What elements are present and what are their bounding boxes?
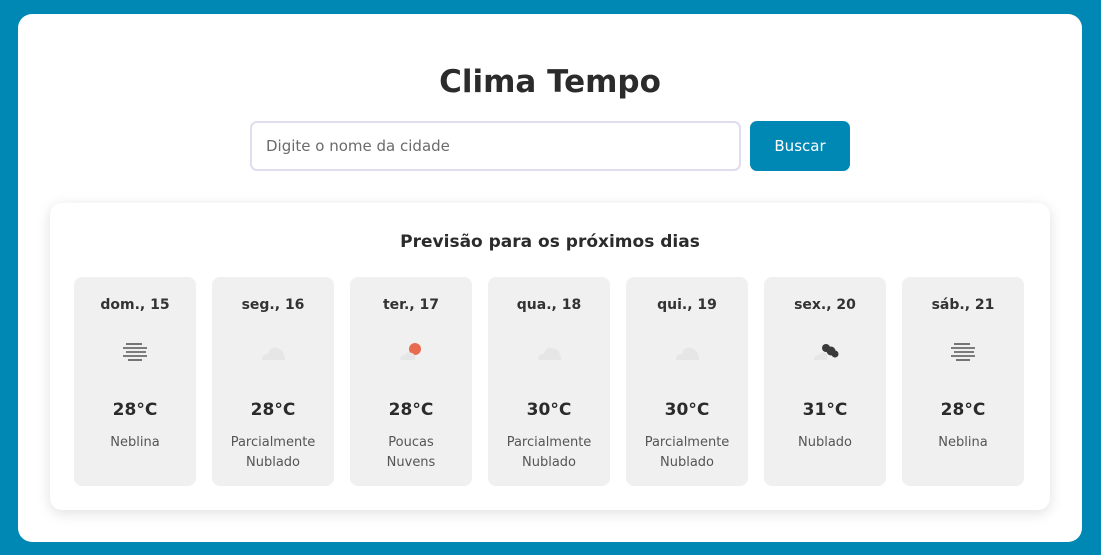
day-label: qui., 19 — [657, 297, 717, 313]
search-bar: Buscar — [250, 121, 850, 171]
description-line-2: Nuvens — [386, 455, 436, 470]
description-line-2: Nublado — [660, 455, 714, 470]
search-button[interactable]: Buscar — [750, 121, 850, 171]
cloud-icon — [676, 347, 700, 360]
page-title: Clima Tempo — [439, 64, 661, 100]
temperature: 28°C — [388, 400, 434, 420]
day-label: ter., 17 — [382, 297, 440, 313]
forecast-day-card: seg., 16 28°C Parcialmente Nublado — [212, 277, 334, 486]
forecast-panel: Previsão para os próximos dias dom., 15 … — [50, 203, 1050, 510]
cloud-icon — [538, 347, 562, 360]
temperature: 30°C — [664, 400, 710, 420]
temperature: 28°C — [112, 400, 158, 420]
day-label: sáb., 21 — [931, 297, 995, 313]
forecast-title: Previsão para os próximos dias — [400, 232, 700, 252]
description-line-1: Nublado — [798, 435, 852, 450]
description-line-2: Nublado — [246, 455, 300, 470]
description-line-1: Parcialmente — [230, 435, 316, 450]
forecast-day-card: qui., 19 30°C Parcialmente Nublado — [626, 277, 748, 486]
temperature: 28°C — [940, 400, 986, 420]
description-line-1: Neblina — [938, 435, 988, 450]
day-label: sex., 20 — [794, 297, 856, 313]
description-line-1: Neblina — [110, 435, 160, 450]
day-label: qua., 18 — [516, 297, 582, 313]
forecast-day-card: sex., 20 31°C Nublado — [764, 277, 886, 486]
forecast-day-card: dom., 15 28°C Neblina — [74, 277, 196, 486]
weather-description: Nublado — [764, 433, 886, 453]
weather-description: Poucas Nuvens — [350, 433, 472, 473]
description-line-1: Parcialmente — [506, 435, 592, 450]
weather-description: Neblina — [74, 433, 196, 453]
fog-icon — [123, 343, 147, 361]
weather-description: Parcialmente Nublado — [626, 433, 748, 473]
temperature: 30°C — [526, 400, 572, 420]
app-container: Clima Tempo Buscar Previsão para os próx… — [18, 14, 1082, 542]
weather-description: Neblina — [902, 433, 1024, 453]
temperature: 28°C — [250, 400, 296, 420]
weather-description: Parcialmente Nublado — [212, 433, 334, 473]
description-line-2: Nublado — [522, 455, 576, 470]
forecast-day-card: qua., 18 30°C Parcialmente Nublado — [488, 277, 610, 486]
city-search-input[interactable] — [250, 121, 741, 171]
forecast-day-card: ter., 17 28°C Poucas Nuvens — [350, 277, 472, 486]
day-label: seg., 16 — [241, 297, 305, 313]
temperature: 31°C — [802, 400, 848, 420]
weather-description: Parcialmente Nublado — [488, 433, 610, 473]
cloud-icon — [262, 347, 286, 360]
fog-icon — [951, 343, 975, 361]
sun-cloud-icon — [400, 343, 421, 360]
description-line-1: Parcialmente — [644, 435, 730, 450]
forecast-day-card: sáb., 21 28°C Neblina — [902, 277, 1024, 486]
description-line-1: Poucas — [388, 435, 434, 450]
dark-cloud-icon — [814, 344, 839, 360]
forecast-days: dom., 15 28°C Neblina seg., 16 28°C Parc… — [74, 277, 1024, 486]
day-label: dom., 15 — [100, 297, 170, 313]
